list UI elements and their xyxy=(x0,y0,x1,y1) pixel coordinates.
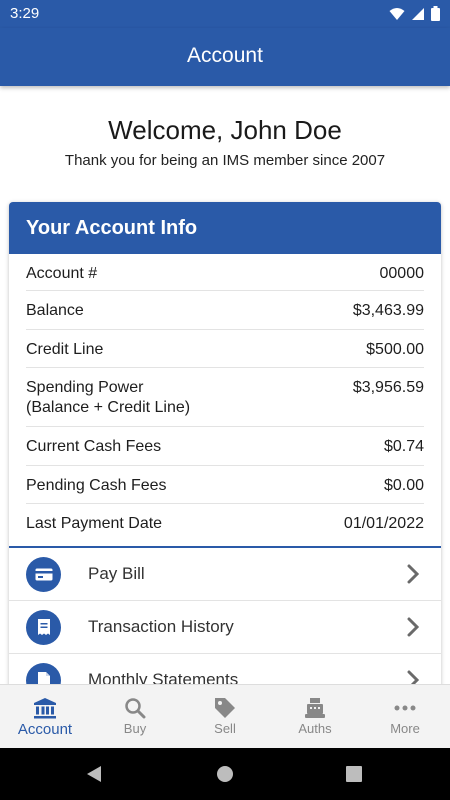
page-title: Account xyxy=(187,44,263,67)
row-value: $0.00 xyxy=(383,477,424,494)
row-label: Account # xyxy=(26,265,98,282)
nav-label: Auths xyxy=(298,721,332,736)
nav-label: More xyxy=(390,721,420,736)
bank-icon xyxy=(33,695,57,721)
row-label-group: Spending Power (Balance + Credit Line) xyxy=(26,378,190,418)
cash-register-icon xyxy=(303,695,327,721)
row-value: $0.74 xyxy=(383,438,424,455)
home-icon[interactable] xyxy=(216,765,234,783)
action-label: Pay Bill xyxy=(88,564,145,583)
row-label: Last Payment Date xyxy=(26,515,163,532)
battery-icon xyxy=(431,6,440,21)
status-icons xyxy=(389,6,440,21)
row-sublabel: (Balance + Credit Line) xyxy=(26,399,191,416)
nav-account[interactable]: Account xyxy=(0,685,90,749)
app-bar: Account xyxy=(0,28,450,86)
balance-row: Balance $3,463.99 xyxy=(26,291,424,330)
row-label: Spending Power xyxy=(26,379,144,396)
search-icon xyxy=(124,695,146,721)
current-cash-fees-row: Current Cash Fees $0.74 xyxy=(26,427,424,466)
tag-icon xyxy=(214,695,236,721)
chevron-right-icon xyxy=(407,564,419,584)
row-value: $3,956.59 xyxy=(352,379,424,396)
pending-cash-fees-row: Pending Cash Fees $0.00 xyxy=(26,466,424,504)
account-info-card: Your Account Info Account # 00000 Balanc… xyxy=(9,202,441,692)
wifi-icon xyxy=(389,7,405,20)
signal-icon xyxy=(412,7,424,20)
status-bar: 3:29 xyxy=(0,0,450,28)
account-number-row: Account # 00000 xyxy=(26,254,424,291)
last-payment-date-row: Last Payment Date 01/01/2022 xyxy=(26,504,424,546)
row-value: 00000 xyxy=(379,265,425,282)
spending-power-row: Spending Power (Balance + Credit Line) $… xyxy=(26,368,424,427)
account-info-title: Your Account Info xyxy=(9,202,441,254)
member-since-text: Thank you for being an IMS member since … xyxy=(64,152,386,169)
back-icon[interactable] xyxy=(86,765,102,783)
nav-auths[interactable]: Auths xyxy=(270,685,360,749)
chevron-right-icon xyxy=(407,617,419,637)
nav-label: Sell xyxy=(214,721,236,736)
nav-more[interactable]: More xyxy=(360,685,450,749)
credit-line-row: Credit Line $500.00 xyxy=(26,330,424,368)
bottom-navigation: Account Buy Sell Auths More xyxy=(0,684,450,749)
recents-icon[interactable] xyxy=(346,766,362,782)
row-value: 01/01/2022 xyxy=(343,515,424,532)
account-info-rows: Account # 00000 Balance $3,463.99 Credit… xyxy=(9,254,441,546)
system-nav-bar xyxy=(0,748,450,800)
row-label: Credit Line xyxy=(26,341,104,358)
action-label: Transaction History xyxy=(88,617,234,636)
row-label: Pending Cash Fees xyxy=(26,477,167,494)
pay-bill-button[interactable]: Pay Bill xyxy=(9,548,441,601)
nav-label: Buy xyxy=(123,721,147,736)
row-label: Balance xyxy=(26,302,84,319)
transaction-history-button[interactable]: Transaction History xyxy=(9,601,441,654)
more-dots-icon xyxy=(394,695,416,721)
status-time: 3:29 xyxy=(10,5,40,22)
nav-label: Account xyxy=(17,721,73,738)
nav-sell[interactable]: Sell xyxy=(180,685,270,749)
credit-card-icon xyxy=(26,556,61,592)
row-label: Current Cash Fees xyxy=(26,438,162,455)
receipt-icon xyxy=(26,609,61,645)
row-value: $3,463.99 xyxy=(352,302,424,319)
welcome-heading: Welcome, John Doe xyxy=(108,115,342,145)
row-value: $500.00 xyxy=(366,341,424,358)
nav-buy[interactable]: Buy xyxy=(90,685,180,749)
